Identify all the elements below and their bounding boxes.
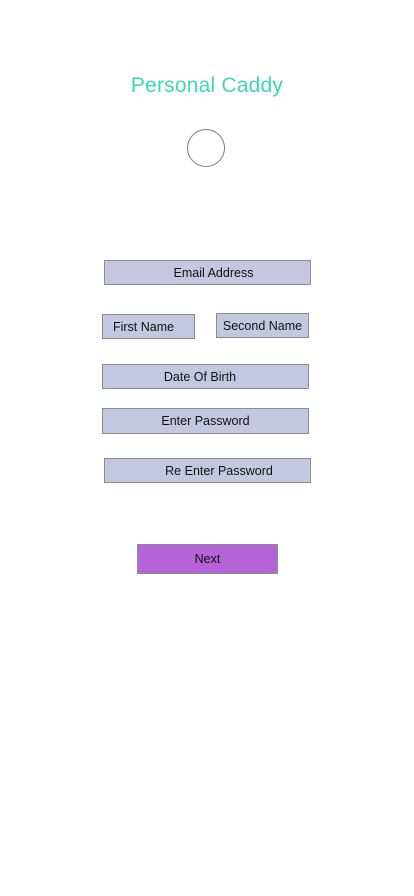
- first-name-field[interactable]: First Name: [102, 314, 195, 339]
- app-title: Personal Caddy: [130, 74, 284, 97]
- profile-photo-placeholder[interactable]: [187, 129, 225, 167]
- reenter-password-field[interactable]: Re Enter Password: [104, 458, 311, 483]
- second-name-field[interactable]: Second Name: [216, 313, 309, 338]
- password-field[interactable]: Enter Password: [102, 408, 309, 434]
- email-field[interactable]: Email Address: [104, 260, 311, 285]
- next-button[interactable]: Next: [137, 544, 278, 574]
- date-of-birth-field[interactable]: Date Of Birth: [102, 364, 309, 389]
